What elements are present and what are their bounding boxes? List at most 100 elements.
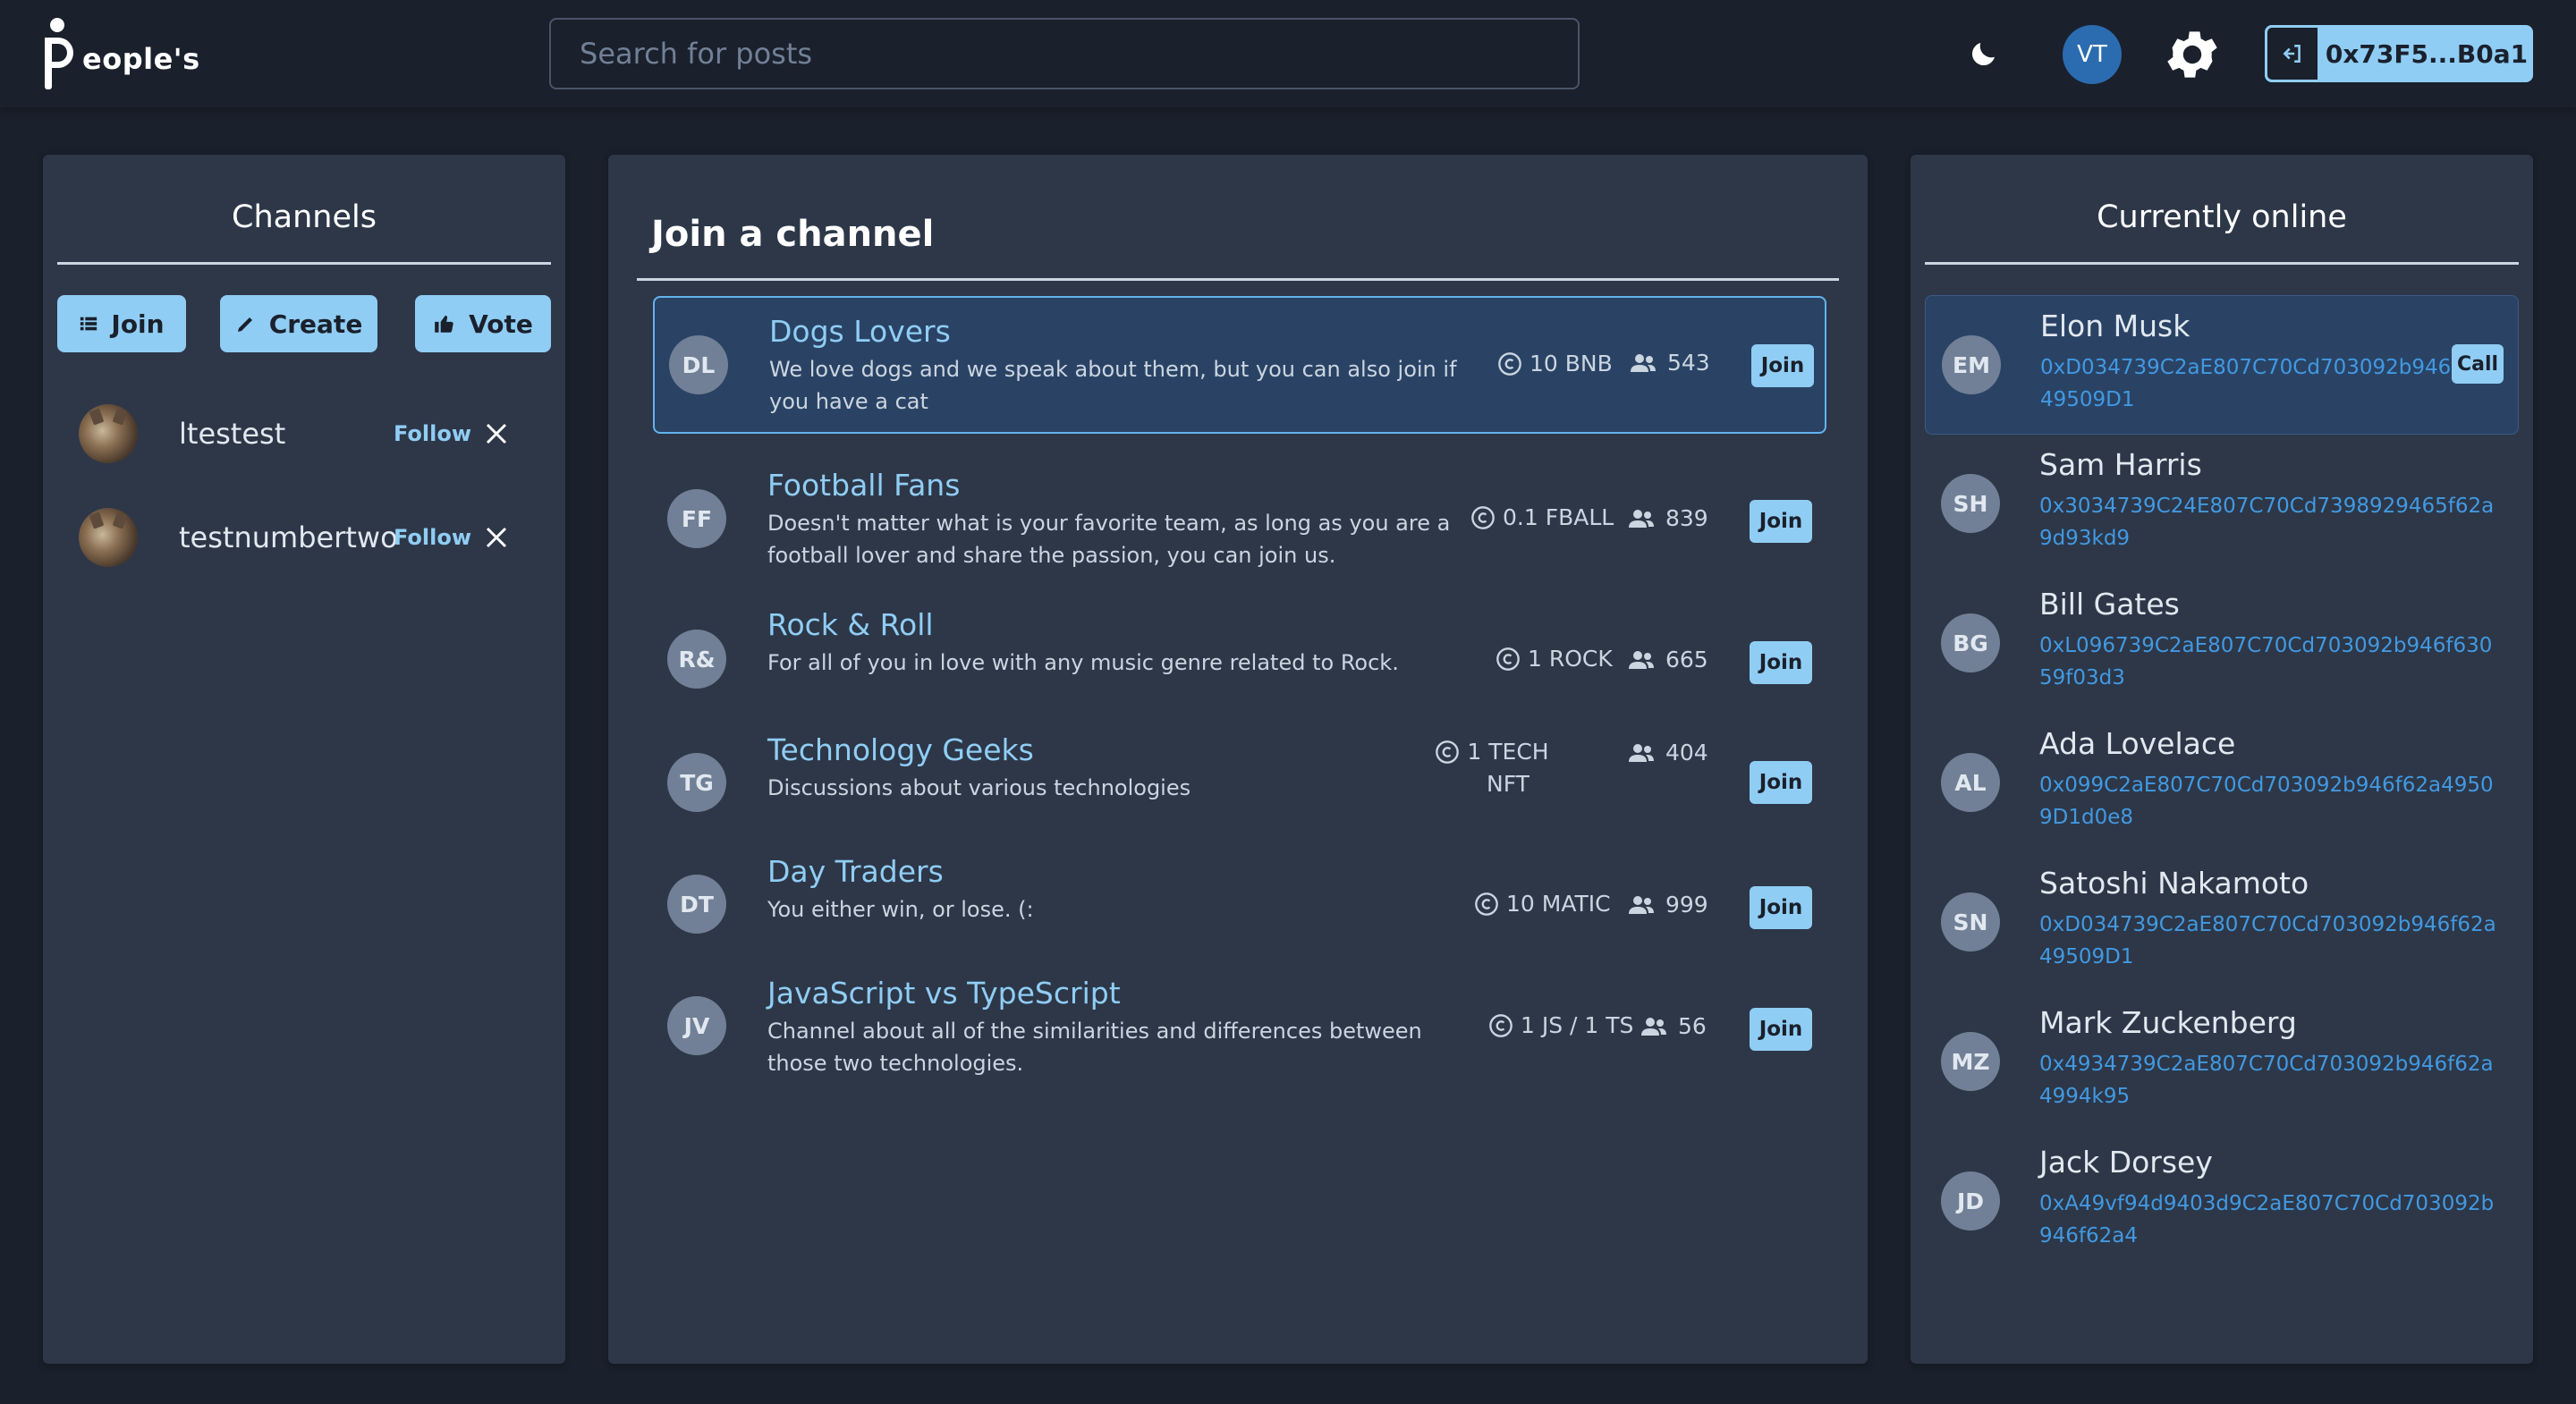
price-label: 0.1 FBALL — [1503, 504, 1614, 530]
online-user-row[interactable]: BG Bill Gates 0xL096739C2aE807C70Cd70309… — [1925, 574, 2519, 714]
channel-avatar: DL — [669, 335, 728, 394]
price-label: 1 TECH NFT — [1467, 739, 1549, 797]
channel-name[interactable]: Dogs Lovers — [769, 314, 951, 349]
vote-button[interactable]: Vote — [415, 295, 551, 352]
create-button[interactable]: Create — [220, 295, 377, 352]
member-count: 665 — [1665, 647, 1708, 672]
channel-row[interactable]: R& Rock & Roll For all of you in love wi… — [653, 607, 1826, 711]
member-count: 56 — [1678, 1013, 1707, 1039]
top-bar: eople's VT 0x73F5...B0a1 — [0, 0, 2576, 107]
call-button[interactable]: Call — [2452, 344, 2504, 384]
wallet-address[interactable]: 0xD034739C2aE807C70Cd703092b946f62a49509… — [2039, 909, 2504, 973]
channel-avatar: FF — [667, 489, 726, 548]
channel-price: 0.1 FBALL — [1470, 502, 1614, 534]
member-count: 543 — [1667, 350, 1710, 376]
wallet-address[interactable]: 0x4934739C2aE807C70Cd703092b946f62a4994k… — [2039, 1048, 2504, 1112]
channel-description: You either win, or lose. (: — [767, 897, 1034, 922]
join-channel-button[interactable]: Join — [1750, 886, 1812, 929]
online-panel: Currently online EM Elon Musk 0xD034739C… — [1911, 155, 2533, 1364]
create-button-label: Create — [268, 309, 363, 339]
follow-button[interactable]: Follow — [394, 421, 474, 446]
channel-price: 1 ROCK — [1496, 643, 1613, 675]
online-user-row[interactable]: MZ Mark Zuckenberg 0x4934739C2aE807C70Cd… — [1925, 993, 2519, 1132]
user-name: testnumbertwo — [179, 520, 398, 554]
coin-icon — [1475, 892, 1498, 916]
list-item: testnumbertwo Follow — [79, 506, 562, 569]
search-input[interactable] — [549, 18, 1580, 89]
price-label: 1 ROCK — [1528, 646, 1613, 672]
wallet-address[interactable]: 0x3034739C24E807C70Cd7398929465f62a9d93k… — [2039, 490, 2504, 554]
channel-avatar: JV — [667, 996, 726, 1055]
close-icon[interactable] — [483, 524, 510, 551]
coin-icon — [1498, 352, 1521, 376]
users-icon — [1629, 650, 1654, 669]
channel-row[interactable]: JV JavaScript vs TypeScript Channel abou… — [653, 970, 1826, 1104]
user-name: Bill Gates — [2039, 587, 2180, 622]
app-logo[interactable]: eople's — [41, 16, 200, 91]
coin-icon — [1471, 506, 1495, 529]
avatar: JD — [1941, 1171, 2000, 1231]
wallet-address[interactable]: 0xD034739C2aE807C70Cd703092b946f62a49509… — [2040, 351, 2505, 416]
join-button[interactable]: Join — [57, 295, 186, 352]
online-user-row[interactable]: SN Satoshi Nakamoto 0xD034739C2aE807C70C… — [1925, 853, 2519, 993]
avatar — [79, 508, 138, 567]
channel-row[interactable]: TG Technology Geeks Discussions about va… — [653, 727, 1826, 838]
online-user-row[interactable]: SH Sam Harris 0x3034739C24E807C70Cd73989… — [1925, 435, 2519, 574]
channel-row[interactable]: DT Day Traders You either win, or lose. … — [653, 849, 1826, 960]
channel-members: 56 — [1640, 1013, 1707, 1039]
online-user-row[interactable]: AL Ada Lovelace 0x099C2aE807C70Cd703092b… — [1925, 714, 2519, 853]
wallet-address[interactable]: 0xL096739C2aE807C70Cd703092b946f63059f03… — [2039, 630, 2504, 694]
join-channel-button[interactable]: Join — [1750, 641, 1812, 684]
channel-price: 10 BNB — [1497, 348, 1613, 380]
join-channel-button[interactable]: Join — [1750, 1008, 1812, 1051]
user-name: Mark Zuckenberg — [2039, 1005, 2297, 1040]
channel-name[interactable]: Day Traders — [767, 854, 944, 889]
coin-icon — [1496, 647, 1520, 671]
avatar: MZ — [1941, 1032, 2000, 1091]
channel-members: 999 — [1628, 892, 1708, 918]
wallet-address[interactable]: 0x099C2aE807C70Cd703092b946f62a49509D1d0… — [2039, 769, 2504, 833]
member-count: 839 — [1665, 505, 1708, 531]
wallet-button[interactable]: 0x73F5...B0a1 — [2265, 25, 2533, 82]
channel-members: 839 — [1628, 505, 1708, 531]
online-user-row[interactable]: EM Elon Musk 0xD034739C2aE807C70Cd703092… — [1925, 295, 2519, 435]
avatar: BG — [1941, 613, 2000, 672]
channel-name[interactable]: Technology Geeks — [767, 732, 1034, 767]
price-label: 10 MATIC — [1506, 891, 1611, 917]
channel-avatar: DT — [667, 875, 726, 934]
channel-members: 665 — [1628, 647, 1708, 672]
join-channel-button[interactable]: Join — [1750, 761, 1812, 804]
join-channel-button[interactable]: Join — [1750, 500, 1812, 543]
gear-icon[interactable] — [2161, 23, 2224, 86]
channel-name[interactable]: Football Fans — [767, 468, 960, 503]
user-name: ltestest — [179, 417, 286, 451]
channel-description: For all of you in love with any music ge… — [767, 650, 1399, 675]
channel-row[interactable]: FF Football Fans Doesn't matter what is … — [653, 450, 1826, 588]
channel-description: Discussions about various technologies — [767, 775, 1191, 800]
channel-avatar: R& — [667, 630, 726, 689]
moon-icon[interactable] — [1968, 38, 2000, 70]
user-name: Elon Musk — [2040, 309, 2190, 343]
online-user-row[interactable]: JD Jack Dorsey 0xA49vf94d9403d9C2aE807C7… — [1925, 1132, 2519, 1272]
user-name: Ada Lovelace — [2039, 726, 2236, 761]
list-icon — [80, 317, 97, 331]
close-icon[interactable] — [483, 420, 510, 447]
join-channel-button[interactable]: Join — [1751, 344, 1814, 387]
channel-row[interactable]: DL Dogs Lovers We love dogs and we speak… — [653, 296, 1826, 434]
users-icon — [1641, 1017, 1666, 1036]
channel-name[interactable]: Rock & Roll — [767, 607, 934, 642]
divider — [637, 278, 1839, 281]
avatar: AL — [1941, 753, 2000, 812]
avatar: SN — [1941, 892, 2000, 952]
channel-avatar: TG — [667, 753, 726, 812]
list-item: ltestest Follow — [79, 402, 562, 465]
avatar: EM — [1942, 335, 2001, 394]
channel-name[interactable]: JavaScript vs TypeScript — [767, 976, 1121, 1011]
follow-button[interactable]: Follow — [394, 525, 474, 550]
logo-text: eople's — [82, 42, 200, 76]
avatar — [79, 404, 138, 463]
wallet-address[interactable]: 0xA49vf94d9403d9C2aE807C70Cd703092b946f6… — [2039, 1188, 2504, 1252]
user-avatar[interactable]: VT — [2063, 25, 2122, 84]
divider — [1925, 262, 2519, 265]
channel-description: Channel about all of the similarities an… — [767, 1019, 1422, 1076]
